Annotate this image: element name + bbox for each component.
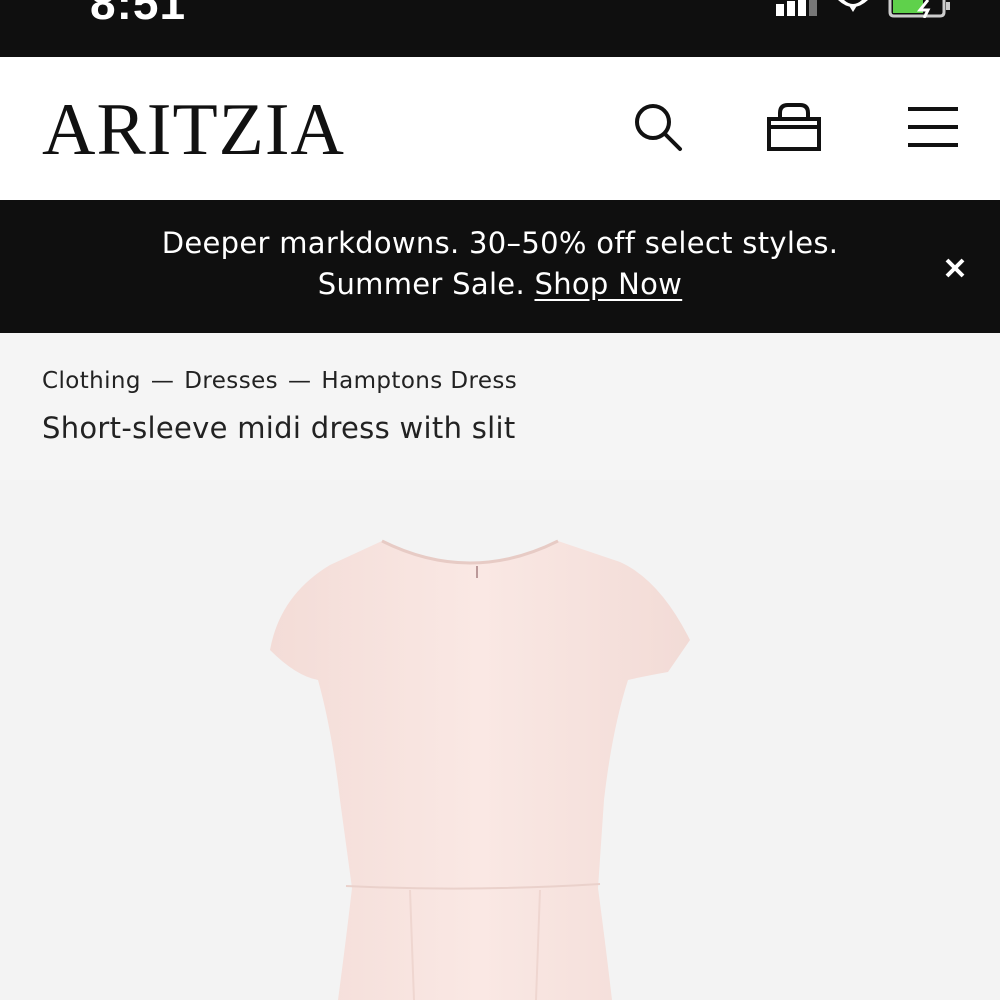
status-bar: 8:51 xyxy=(0,0,1000,57)
search-button[interactable] xyxy=(626,95,690,159)
bag-icon xyxy=(767,103,821,151)
shop-now-link[interactable]: Shop Now xyxy=(534,267,682,301)
promo-message: Deeper markdowns. 30–50% off select styl… xyxy=(161,226,839,260)
wifi-icon xyxy=(838,0,868,12)
promo-sale-line: Summer Sale. Shop Now xyxy=(0,267,1000,301)
search-icon xyxy=(635,104,682,151)
breadcrumb-clothing[interactable]: Clothing xyxy=(42,368,141,394)
breadcrumb-separator: — xyxy=(150,368,175,394)
breadcrumb-hamptons-dress[interactable]: Hamptons Dress xyxy=(321,368,517,394)
menu-icon xyxy=(908,107,958,147)
product-title: Short-sleeve midi dress with slit xyxy=(42,411,516,445)
close-icon xyxy=(945,258,965,278)
close-promo-button[interactable] xyxy=(940,253,970,283)
promo-banner: Deeper markdowns. 30–50% off select styl… xyxy=(0,200,1000,333)
aritzia-logo[interactable]: ARITZIA xyxy=(42,85,345,175)
breadcrumb-dresses[interactable]: Dresses xyxy=(184,368,278,394)
promo-sale-text: Summer Sale. xyxy=(317,267,535,301)
shopping-bag-button[interactable] xyxy=(762,95,826,159)
breadcrumb-separator: — xyxy=(288,368,312,394)
breadcrumb: Clothing — Dresses — Hamptons Dress xyxy=(42,368,517,394)
status-time: 8:51 xyxy=(90,0,187,29)
menu-button[interactable] xyxy=(900,95,964,159)
site-header: ARITZIA xyxy=(0,57,1000,200)
product-image[interactable] xyxy=(0,480,1000,1000)
signal-icon xyxy=(776,0,817,16)
battery-icon xyxy=(888,0,950,18)
dress-photo xyxy=(270,539,690,1000)
